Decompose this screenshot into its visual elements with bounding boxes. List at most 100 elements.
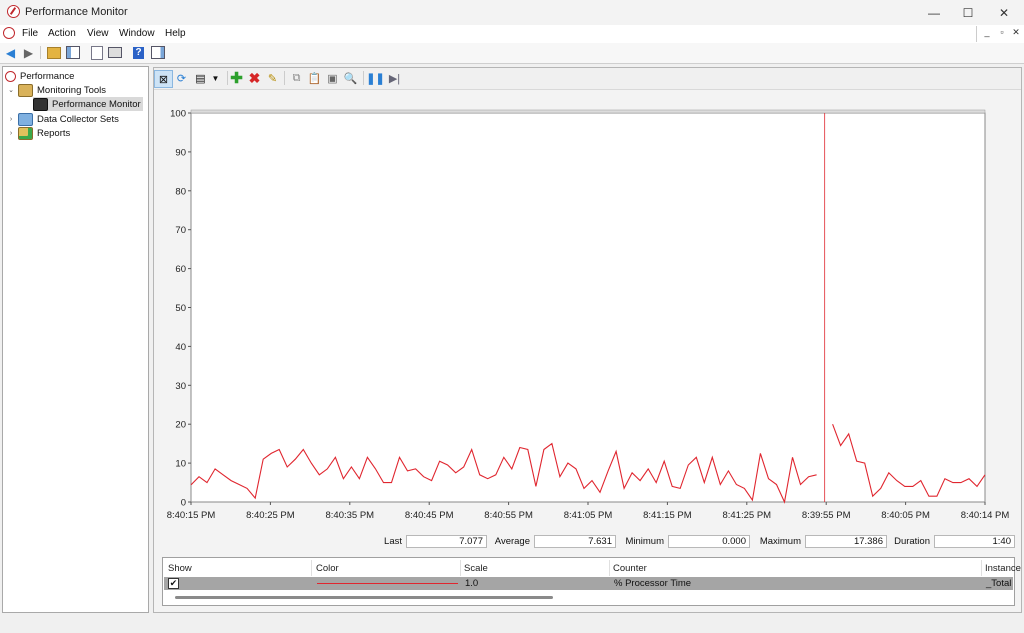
graph-grid (190, 109, 986, 503)
reports-folder-icon (18, 126, 33, 140)
graph-toolbar: ⊠ ⟳ ▤ ▼ ✚ ✖ ✎ ⧉ 📋 ▣ 🔍 ❚❚ ▶| (154, 68, 1021, 90)
legend-instance-value: _Total (986, 578, 1012, 589)
horizontal-scrollbar-thumb[interactable] (175, 596, 553, 599)
menu-file[interactable]: File (22, 28, 38, 39)
y-tick-label: 80 (175, 186, 186, 197)
delete-counter-icon[interactable]: ✖ (246, 70, 263, 86)
x-tick-label: 8:40:25 PM (246, 510, 295, 521)
show-hide-console-tree-icon[interactable] (65, 45, 80, 60)
data-collector-sets-icon (18, 112, 33, 126)
freeze-display-pause-icon[interactable]: ❚❚ (366, 70, 384, 86)
tree-label-performance-monitor: Performance Monitor (52, 98, 141, 110)
minimum-label: Minimum (625, 536, 664, 547)
menu-help[interactable]: Help (165, 28, 186, 39)
close-button[interactable]: ✕ (986, 0, 1022, 25)
main-toolbar: ◀ ▶ ? (0, 43, 1024, 64)
perfmon-icon (5, 70, 16, 82)
menu-action[interactable]: Action (48, 28, 76, 39)
paste-counter-list-icon[interactable]: 📋 (306, 70, 323, 86)
system-menu-icon[interactable] (3, 27, 15, 39)
x-tick-label: 8:41:25 PM (723, 510, 772, 521)
show-hide-action-pane-icon[interactable] (150, 45, 165, 60)
print-icon[interactable] (107, 45, 122, 60)
duration-label: Duration (894, 536, 930, 547)
zoom-icon[interactable]: 🔍 (342, 70, 359, 86)
y-tick-label: 20 (175, 420, 186, 431)
x-tick-label: 8:41:15 PM (643, 510, 692, 521)
x-tick-label: 8:40:35 PM (326, 510, 375, 521)
column-divider (609, 560, 610, 576)
monitoring-tools-folder-icon (18, 83, 33, 97)
line-graph[interactable]: 0 10 20 30 40 50 60 70 80 90 100 8:40:15 PM 8:40:25 … (154, 89, 1021, 533)
tree-item-performance-monitor[interactable]: Performance Monitor (33, 97, 143, 111)
mdi-close-button[interactable]: ✕ (1009, 27, 1023, 38)
y-tick-label: 100 (170, 109, 186, 120)
view-current-activity-icon[interactable]: ⊠ (154, 70, 173, 88)
y-tick-label: 60 (175, 264, 186, 275)
legend-row[interactable]: ✔ 1.0 % Processor Time _Total (164, 577, 1013, 590)
column-divider (460, 560, 461, 576)
plot-area (190, 112, 986, 503)
tree-label-monitoring-tools: Monitoring Tools (37, 84, 107, 96)
title-bar[interactable]: Performance Monitor — ☐ ✕ (0, 0, 1024, 25)
back-arrow-icon[interactable]: ◀ (3, 45, 18, 60)
window-title: Performance Monitor (25, 6, 128, 18)
x-tick-label: 8:40:15 PM (167, 510, 216, 521)
average-value: 7.631 (534, 535, 616, 548)
mdi-minimize-button[interactable]: _ (980, 27, 994, 37)
help-icon[interactable]: ? (131, 45, 146, 60)
legend-header-show[interactable]: Show (168, 563, 192, 574)
tree-item-reports[interactable]: › Reports (7, 126, 70, 140)
legend-header-instance[interactable]: Instance (985, 563, 1021, 574)
collapsed-chevron-icon[interactable]: › (7, 116, 15, 123)
tree-label-reports: Reports (37, 127, 71, 139)
tree-label-data-collector-sets: Data Collector Sets (37, 113, 119, 125)
properties-icon[interactable] (89, 45, 104, 60)
collapsed-chevron-icon[interactable]: › (7, 130, 15, 137)
legend-header-counter[interactable]: Counter (613, 563, 647, 574)
performance-monitor-pane: ⊠ ⟳ ▤ ▼ ✚ ✖ ✎ ⧉ 📋 ▣ 🔍 ❚❚ ▶| 0 10 20 30 40 50 6… (153, 67, 1022, 613)
y-tick-label: 10 (175, 459, 186, 470)
tree-item-performance[interactable]: Performance (5, 69, 74, 83)
y-tick-label: 90 (175, 147, 186, 158)
legend-header-scale[interactable]: Scale (464, 563, 488, 574)
column-divider (981, 560, 982, 576)
x-tick-label: 8:41:05 PM (564, 510, 613, 521)
status-bar (0, 613, 1024, 633)
perfmon-app-icon (7, 5, 20, 18)
toolbar-separator (284, 71, 285, 85)
highlight-pencil-icon[interactable]: ✎ (264, 70, 281, 86)
show-checkbox[interactable]: ✔ (168, 578, 179, 589)
x-tick-label: 8:39:55 PM (802, 510, 851, 521)
up-folder-icon[interactable] (46, 45, 61, 60)
legend-scale-value: 1.0 (465, 578, 479, 589)
counter-legend-table: Show Color Scale Counter Instance ✔ 1.0 … (162, 557, 1021, 606)
menu-window[interactable]: Window (119, 28, 155, 39)
view-log-data-icon[interactable]: ⟳ (173, 70, 190, 86)
add-counter-icon[interactable]: ✚ (228, 70, 245, 87)
average-label: Average (494, 536, 530, 547)
menu-view[interactable]: View (87, 28, 109, 39)
copy-properties-icon[interactable]: ⧉ (288, 70, 305, 86)
tree-item-data-collector-sets[interactable]: › Data Collector Sets (7, 112, 119, 126)
last-label: Last (384, 536, 402, 547)
expanded-chevron-icon[interactable]: ⌄ (7, 86, 15, 94)
minimize-button[interactable]: — (916, 0, 952, 25)
duration-value: 1:40 (934, 535, 1015, 548)
legend-color-swatch (317, 583, 458, 584)
tree-item-monitoring-tools[interactable]: ⌄ Monitoring Tools (7, 83, 106, 97)
forward-arrow-icon[interactable]: ▶ (21, 45, 36, 60)
update-data-step-icon[interactable]: ▶| (386, 70, 403, 86)
properties-icon[interactable]: ▣ (324, 70, 341, 86)
y-tick-label: 50 (175, 303, 186, 314)
mdi-separator (976, 26, 977, 42)
mdi-restore-button[interactable]: ▫ (995, 27, 1009, 37)
y-tick-label: 0 (181, 498, 186, 509)
column-divider (311, 560, 312, 576)
plot-top-border (190, 109, 986, 114)
legend-header-color[interactable]: Color (316, 563, 339, 574)
last-value: 7.077 (406, 535, 487, 548)
maximize-button[interactable]: ☐ (950, 0, 986, 25)
legend-counter-value: % Processor Time (614, 578, 692, 589)
graph-type-dropdown-icon[interactable]: ▼ (207, 70, 224, 86)
